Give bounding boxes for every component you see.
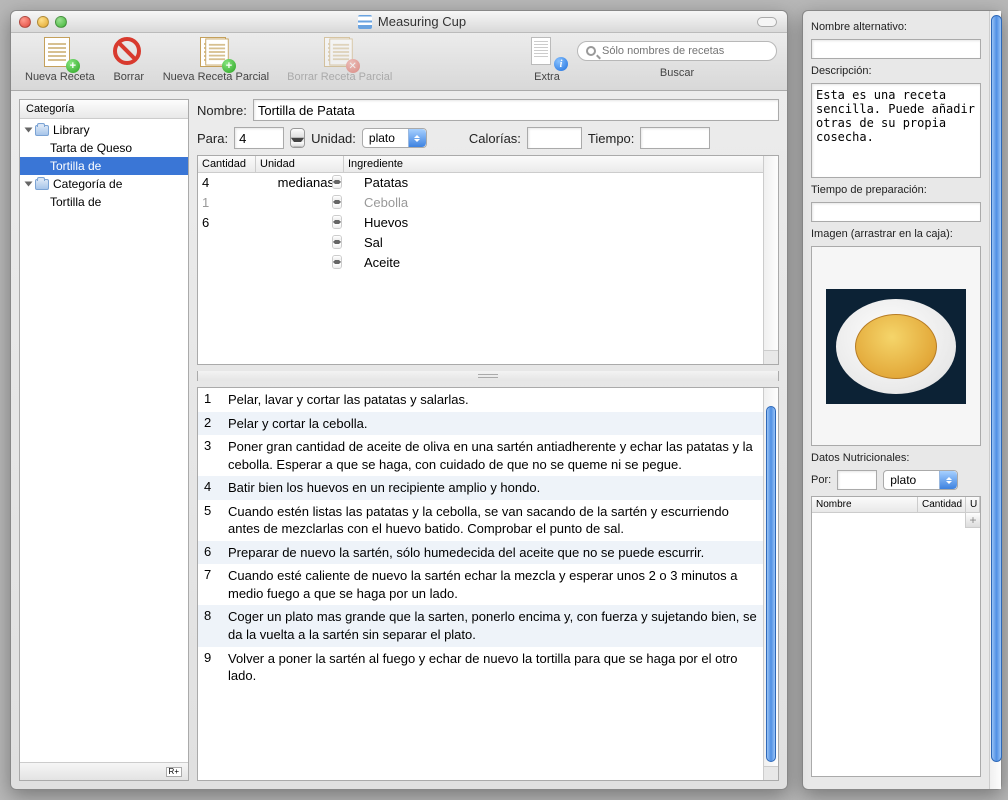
extra-panel: Nombre alternativo: Descripción: Tiempo … <box>802 10 1002 790</box>
prep-input[interactable] <box>811 202 981 222</box>
sidebar-item[interactable]: Tortilla de <box>20 193 188 211</box>
step-row[interactable]: 7Cuando esté caliente de nuevo la sartén… <box>198 564 763 605</box>
toolbar-toggle[interactable] <box>757 17 777 27</box>
name-label: Nombre: <box>197 103 247 118</box>
ingredients-scrollbar[interactable] <box>763 156 778 350</box>
sidebar-item[interactable]: Tortilla de <box>20 157 188 175</box>
por-unit-select[interactable]: plato <box>883 470 958 490</box>
unit-stepper[interactable] <box>332 175 342 189</box>
sidebar-item-label: Categoría de <box>53 177 122 191</box>
para-label: Para: <box>197 131 228 146</box>
image-dropzone[interactable] <box>811 246 981 446</box>
steps-panel: 1Pelar, lavar y cortar las patatas y sal… <box>197 387 779 781</box>
alt-name-label: Nombre alternativo: <box>811 21 981 33</box>
sidebar-item[interactable]: Categoría de <box>20 175 188 193</box>
unit-label: Unidad: <box>311 131 356 146</box>
unit-stepper[interactable] <box>332 215 342 229</box>
sidebar-item-label: Tortilla de <box>50 195 101 209</box>
disclosure-triangle-icon[interactable] <box>25 182 33 187</box>
nut-col-unit[interactable]: U <box>966 497 980 512</box>
ingredients-panel: Cantidad Unidad Ingrediente 4medianasPat… <box>197 155 779 365</box>
step-row[interactable]: 4Batir bien los huevos en un recipiente … <box>198 476 763 500</box>
category-tree[interactable]: Library Tarta de Queso Tortilla de Categorí… <box>20 119 188 762</box>
step-row[interactable]: 9Volver a poner la sartén al fuego y ech… <box>198 647 763 688</box>
ingredient-row[interactable]: 1Cebolla <box>198 193 763 213</box>
ing-col-qty[interactable]: Cantidad <box>198 156 256 172</box>
category-sidebar: Categoría Library Tarta de Queso Tortilla … <box>19 99 189 781</box>
sidebar-item[interactable]: Library <box>20 121 188 139</box>
steps-list[interactable]: 1Pelar, lavar y cortar las patatas y sal… <box>198 388 763 780</box>
nutrition-header: Datos Nutricionales: <box>811 452 981 464</box>
recipe-photo <box>826 289 966 404</box>
new-recipe-button[interactable]: + Nueva Receta <box>21 37 99 83</box>
window-title: Measuring Cup <box>378 14 466 29</box>
prep-label: Tiempo de preparación: <box>811 184 981 196</box>
unit-stepper[interactable] <box>332 255 342 269</box>
sidebar-item-label: Library <box>53 123 90 137</box>
minimize-button[interactable] <box>37 16 49 28</box>
image-drop-label: Imagen (arrastrar en la caja): <box>811 228 981 240</box>
nutrition-add-button[interactable]: + <box>965 513 980 528</box>
ing-col-ingredient[interactable]: Ingrediente <box>344 156 778 172</box>
desc-label: Descripción: <box>811 65 981 77</box>
sidebar-badge: R+ <box>166 767 182 777</box>
step-row[interactable]: 5Cuando estén listas las patatas y la ce… <box>198 500 763 541</box>
main-window: Measuring Cup + Nueva Receta Borrar + Nu… <box>10 10 788 790</box>
new-partial-recipe-button[interactable]: + Nueva Receta Parcial <box>159 37 273 83</box>
titlebar[interactable]: Measuring Cup <box>11 11 787 33</box>
app-icon <box>358 15 372 29</box>
sidebar-item[interactable]: Tarta de Queso <box>20 139 188 157</box>
close-button[interactable] <box>19 16 31 28</box>
ingredient-row[interactable]: 4medianasPatatas <box>198 173 763 193</box>
ingredient-row[interactable]: Sal <box>198 233 763 253</box>
search-field[interactable] <box>577 41 777 61</box>
nut-col-qty[interactable]: Cantidad <box>918 497 966 512</box>
split-handle[interactable] <box>197 371 779 381</box>
ingredient-row[interactable]: Aceite <box>198 253 763 273</box>
search-input[interactable] <box>602 45 768 57</box>
sidebar-item-label: Tarta de Queso <box>50 141 132 155</box>
time-input[interactable] <box>640 127 710 149</box>
folder-icon <box>35 179 49 190</box>
extra-scrollbar[interactable] <box>989 11 1001 789</box>
calories-input[interactable] <box>527 127 582 149</box>
servings-stepper[interactable] <box>290 128 305 148</box>
por-unit-value: plato <box>890 473 916 487</box>
nutrition-table: Nombre Cantidad U + <box>811 496 981 777</box>
folder-icon <box>35 125 49 136</box>
delete-partial-recipe-button: ✕ Borrar Receta Parcial <box>283 37 396 83</box>
steps-scrollbar[interactable] <box>763 388 778 766</box>
sidebar-header[interactable]: Categoría <box>20 100 188 119</box>
time-label: Tiempo: <box>588 131 634 146</box>
ingredients-list[interactable]: 4medianasPatatas1Cebolla6HuevosSalAceite <box>198 173 763 364</box>
unit-stepper[interactable] <box>332 235 342 249</box>
step-row[interactable]: 2Pelar y cortar la cebolla. <box>198 412 763 436</box>
por-label: Por: <box>811 474 831 486</box>
unit-value: plato <box>369 131 395 145</box>
disclosure-triangle-icon[interactable] <box>25 128 33 133</box>
nut-col-name[interactable]: Nombre <box>812 497 918 512</box>
por-input[interactable] <box>837 470 877 490</box>
desc-textarea[interactable] <box>811 83 981 178</box>
toolbar: + Nueva Receta Borrar + Nueva Receta Par… <box>11 33 787 91</box>
step-row[interactable]: 6Preparar de nuevo la sartén, sólo humed… <box>198 541 763 565</box>
ingredient-row[interactable]: 6Huevos <box>198 213 763 233</box>
servings-input[interactable] <box>234 127 284 149</box>
recipe-name-input[interactable] <box>253 99 779 121</box>
delete-button[interactable]: Borrar <box>109 37 149 83</box>
zoom-button[interactable] <box>55 16 67 28</box>
search-label: Buscar <box>660 67 694 79</box>
step-row[interactable]: 3Poner gran cantidad de aceite de oliva … <box>198 435 763 476</box>
unit-stepper[interactable] <box>332 195 342 209</box>
sidebar-item-label: Tortilla de <box>50 159 101 173</box>
extra-button[interactable]: i Extra <box>527 37 567 83</box>
ing-col-unit[interactable]: Unidad <box>256 156 344 172</box>
calories-label: Calorías: <box>469 131 521 146</box>
step-row[interactable]: 8Coger un plato mas grande que la sarten… <box>198 605 763 646</box>
search-icon <box>586 46 596 56</box>
unit-select[interactable]: plato <box>362 128 427 148</box>
alt-name-input[interactable] <box>811 39 981 59</box>
step-row[interactable]: 1Pelar, lavar y cortar las patatas y sal… <box>198 388 763 412</box>
